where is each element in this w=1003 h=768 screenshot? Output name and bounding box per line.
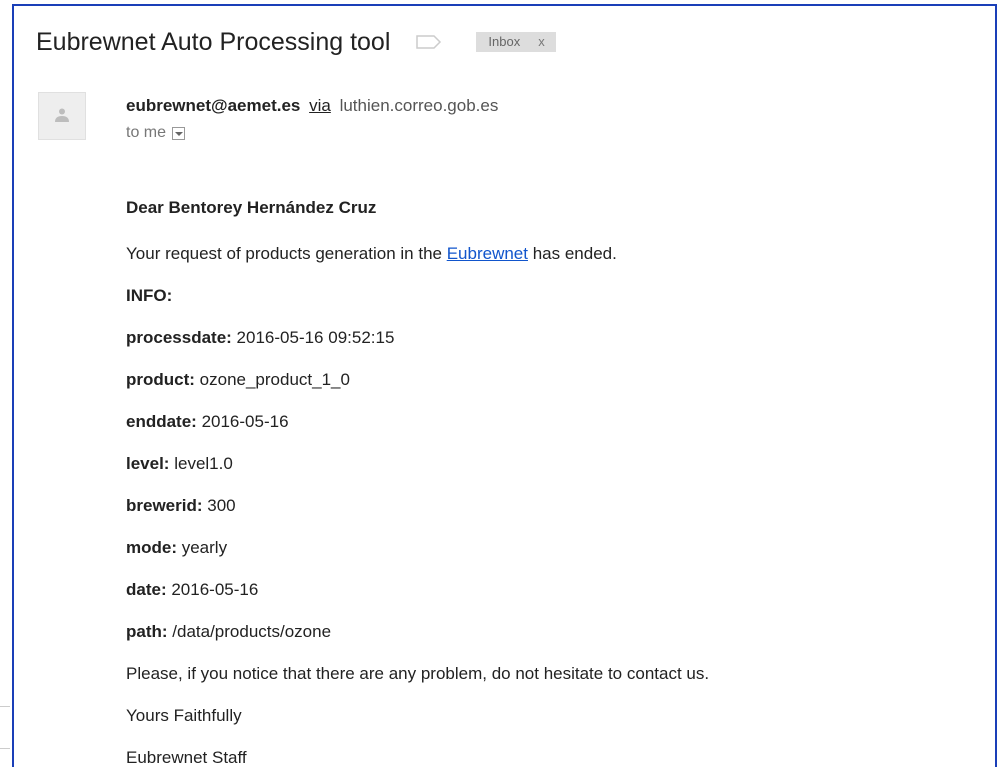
field-value: 2016-05-16 09:52:15	[231, 328, 395, 347]
info-heading: INFO:	[126, 286, 173, 305]
field-key: level:	[126, 454, 170, 473]
edge-mark	[0, 748, 10, 749]
via-domain: luthien.correo.gob.es	[339, 96, 499, 115]
eubrewnet-link[interactable]: Eubrewnet	[447, 244, 528, 263]
email-subject: Eubrewnet Auto Processing tool	[36, 27, 391, 56]
recipient-label: to me	[126, 124, 167, 141]
field-value: 300	[202, 496, 236, 515]
request-suffix: has ended.	[527, 244, 617, 263]
chevron-down-icon[interactable]	[172, 126, 186, 140]
subject-row: Eubrewnet Auto Processing tool Inbox x	[36, 22, 556, 62]
info-field-enddate: enddate: 2016-05-16	[126, 412, 289, 432]
avatar[interactable]	[38, 92, 86, 140]
info-field-mode: mode: yearly	[126, 538, 227, 558]
field-key: product:	[126, 370, 195, 389]
info-field-level: level: level1.0	[126, 454, 233, 474]
edge-mark	[0, 706, 10, 707]
request-line: Your request of products generation in t…	[126, 244, 617, 264]
label-tag-icon[interactable]	[416, 35, 442, 49]
field-value: 2016-05-16	[196, 412, 289, 431]
sender-line: eubrewnet@aemet.es via luthien.correo.go…	[126, 96, 498, 116]
field-value: ozone_product_1_0	[194, 370, 350, 389]
info-field-brewerid: brewerid: 300	[126, 496, 236, 516]
info-field-date: date: 2016-05-16	[126, 580, 258, 600]
signature-text: Eubrewnet Staff	[126, 748, 247, 767]
inbox-label: Inbox	[488, 34, 521, 49]
info-field-processdate: processdate: 2016-05-16 09:52:15	[126, 328, 394, 348]
recipient-line: to me	[126, 124, 186, 142]
notice-text: Please, if you notice that there are any…	[126, 664, 710, 683]
request-prefix: Your request of products generation in t…	[126, 244, 447, 263]
field-value: 2016-05-16	[166, 580, 259, 599]
field-key: brewerid:	[126, 496, 203, 515]
field-key: mode:	[126, 538, 177, 557]
person-icon	[55, 108, 69, 122]
inbox-label-chip[interactable]: Inbox x	[476, 32, 556, 52]
info-field-path: path: /data/products/ozone	[126, 622, 331, 642]
closing-text: Yours Faithfully	[126, 706, 242, 725]
field-key: processdate:	[126, 328, 232, 347]
field-key: date:	[126, 580, 167, 599]
field-key: enddate:	[126, 412, 197, 431]
field-value: yearly	[177, 538, 228, 557]
via-link[interactable]: via	[309, 96, 331, 115]
greeting: Dear Bentorey Hernández Cruz	[126, 198, 377, 217]
remove-label-button[interactable]: x	[538, 32, 545, 52]
field-value: /data/products/ozone	[167, 622, 332, 641]
field-key: path:	[126, 622, 168, 641]
field-value: level1.0	[169, 454, 233, 473]
sender-email[interactable]: eubrewnet@aemet.es	[126, 96, 300, 115]
info-field-product: product: ozone_product_1_0	[126, 370, 350, 390]
email-view: Eubrewnet Auto Processing tool Inbox x e…	[12, 4, 997, 767]
